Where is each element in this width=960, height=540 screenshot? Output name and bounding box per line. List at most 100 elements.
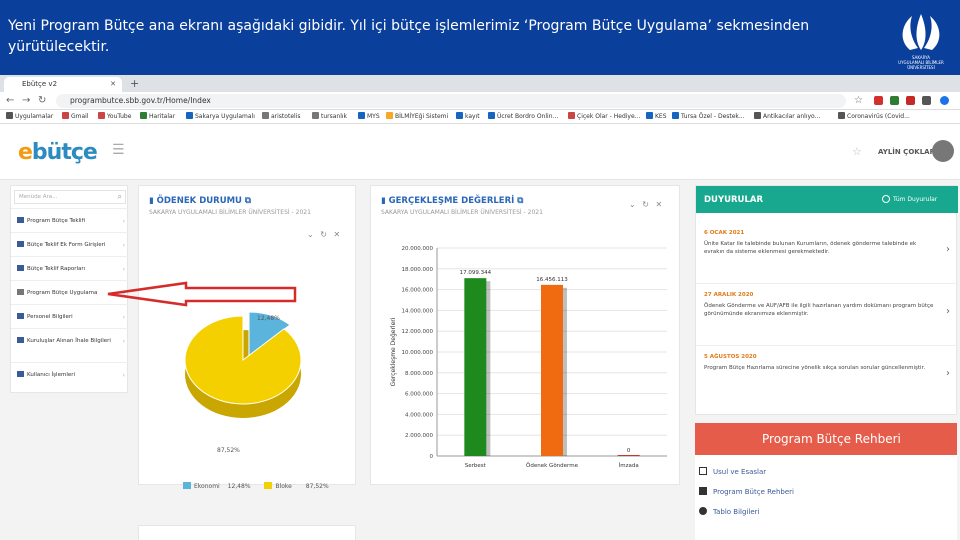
browser-tab[interactable]: Ebütçe v2 ✕ xyxy=(4,77,122,92)
bookmark-item[interactable]: Uygulamalar xyxy=(6,110,53,123)
sidebar-item-personel[interactable]: Personel Bilgileri ‹ xyxy=(11,304,129,328)
pie-slice-label: 87,52% xyxy=(217,447,240,454)
chevron-left-icon: ‹ xyxy=(122,314,125,321)
pie-chart: 12,48% 87,52% xyxy=(184,311,302,454)
university-emblem-icon xyxy=(902,14,940,50)
url-field[interactable]: programbutce.sbb.gov.tr/Home/Index xyxy=(56,94,846,108)
y-tick-label: 20.000.000 xyxy=(402,246,434,252)
sidebar-item-ihale[interactable]: Kuruluşlar Alınan İhale Bilgileri ‹ xyxy=(11,328,129,362)
pie-slice-label: 12,48% xyxy=(257,315,280,322)
guide-panel: Program Bütçe Rehberi Usul ve Esaslar Pr… xyxy=(695,423,957,540)
guide-item-tablo[interactable]: Tablo Bilgileri xyxy=(699,507,759,516)
panel-tools[interactable]: ⌄ ↻ ✕ xyxy=(307,230,342,239)
guide-item-rehber[interactable]: Program Bütçe Rehberi xyxy=(699,487,794,496)
panel-subtitle: SAKARYA UYGULAMALI BİLİMLER ÜNİVERSİTESİ… xyxy=(149,209,311,216)
close-tab-icon[interactable]: ✕ xyxy=(110,77,116,92)
favorite-star-icon[interactable]: ☆ xyxy=(852,145,862,158)
bookmark-item[interactable]: Antikacılar anlıyo... xyxy=(754,110,820,123)
y-tick-label: 12.000.000 xyxy=(402,329,434,335)
bookmark-star-icon[interactable]: ☆ xyxy=(854,94,863,108)
slide-header: Yeni Program Bütçe ana ekranı aşağıdaki … xyxy=(0,0,960,75)
avatar[interactable] xyxy=(932,140,954,162)
bookmark-item[interactable]: Ücret Bordro Onlin... xyxy=(488,110,558,123)
all-announcements-button[interactable]: Tüm Duyurular xyxy=(878,194,950,206)
search-icon[interactable]: ⌕ xyxy=(118,191,122,203)
bookmark-item[interactable]: Sakarya Uygulamalı xyxy=(186,110,255,123)
bookmark-item[interactable]: Gmail xyxy=(62,110,89,123)
bookmark-item[interactable]: BİLMİYEği Sistemi xyxy=(386,110,448,123)
pie-slice xyxy=(184,315,302,405)
bar-chart-icon xyxy=(17,289,24,295)
flag-icon xyxy=(17,337,24,343)
bookmark-item[interactable]: kayıt xyxy=(456,110,480,123)
bookmark-item[interactable]: Haritalar xyxy=(140,110,175,123)
profile-icon[interactable] xyxy=(940,96,949,105)
y-tick-label: 6.000.000 xyxy=(405,392,433,398)
x-tick-label: Serbest xyxy=(465,463,487,469)
panel-subtitle: SAKARYA UYGULAMALI BİLİMLER ÜNİVERSİTESİ… xyxy=(381,209,543,216)
bookmark-item[interactable]: YouTube xyxy=(98,110,131,123)
bar-data-label: 17.099.344 xyxy=(460,270,492,276)
document-icon xyxy=(699,467,707,475)
y-tick-label: 0 xyxy=(430,454,434,460)
menu-search-input[interactable]: Menüde Ara... ⌕ xyxy=(14,190,126,204)
logo-line-3: ÜNİVERSİTESİ xyxy=(907,65,935,70)
ebutce-logo[interactable]: ebütçe xyxy=(18,140,98,165)
flag-icon xyxy=(17,217,24,223)
extra-panel xyxy=(138,525,356,540)
bookmark-item[interactable]: aristotelis xyxy=(262,110,300,123)
bar-data-label: 16.456.113 xyxy=(536,277,568,283)
bookmark-item[interactable]: Çiçek Olar - Hediye... xyxy=(568,110,640,123)
bookmark-item[interactable]: Coronavirüs (Covid... xyxy=(838,110,910,123)
sidebar-item-ek-form[interactable]: Bütçe Teklif Ek Form Girişleri ‹ xyxy=(11,232,129,256)
sidebar-item-teklif-raporlari[interactable]: Bütçe Teklif Raporları ‹ xyxy=(11,256,129,280)
guide-item-usul[interactable]: Usul ve Esaslar xyxy=(699,467,766,476)
bookmark-item[interactable]: MYS xyxy=(358,110,380,123)
announcements-header: DUYURULAR Tüm Duyurular xyxy=(696,186,958,213)
bar-data-label: 0 xyxy=(627,448,631,454)
sidebar-item-program-butce-uygulama[interactable]: Program Bütçe Uygulama ‹ xyxy=(11,280,129,304)
announcements-panel: DUYURULAR Tüm Duyurular 6 OCAK 2021 Ünit… xyxy=(695,185,958,415)
chevron-left-icon: ‹ xyxy=(122,266,125,273)
extension-icon[interactable] xyxy=(890,96,899,105)
panel-tools[interactable]: ⌄ ↻ ✕ xyxy=(629,200,664,209)
y-tick-label: 10.000.000 xyxy=(402,350,434,356)
bar-shade xyxy=(486,281,491,456)
reload-icon[interactable]: ↻ xyxy=(38,94,46,108)
announcement-item[interactable]: 6 OCAK 2021 Ünite Katar ile talebinde bu… xyxy=(704,230,954,256)
y-tick-label: 4.000.000 xyxy=(405,412,433,418)
chevron-left-icon: ‹ xyxy=(122,290,125,297)
new-tab-icon[interactable]: + xyxy=(130,76,139,91)
bar-chart: 0 2.000.000 4.000.000 6.000.000 8.000.000 10.… xyxy=(390,246,667,469)
x-tick-label: İmzada xyxy=(619,462,639,469)
browser-window: Ebütçe v2 ✕ + ← → ↻ programbutce.sbb.gov… xyxy=(0,75,960,540)
chevron-right-icon: › xyxy=(946,306,950,317)
bar xyxy=(541,284,563,456)
chevron-left-icon: ‹ xyxy=(122,242,125,249)
menu-toggle-icon[interactable]: ☰ xyxy=(112,142,125,158)
sidebar-item-program-butce-teklifi[interactable]: Program Bütçe Teklifi ‹ xyxy=(11,208,129,232)
announcement-item[interactable]: 27 ARALIK 2020 Ödenek Gönderme ve AUF/AF… xyxy=(704,292,954,318)
address-bar: ← → ↻ programbutce.sbb.gov.tr/Home/Index… xyxy=(0,92,960,110)
puzzle-icon[interactable] xyxy=(922,96,931,105)
bookmark-item[interactable]: tursanlık xyxy=(312,110,347,123)
back-icon[interactable]: ← xyxy=(6,94,14,108)
tab-title: Ebütçe v2 xyxy=(22,80,58,88)
pie-legend: Ekonomi 12,48% Bloke 87,52% xyxy=(183,482,329,490)
gerceklesme-panel: ▮ GERÇEKLEŞME DEĞERLERİ ⧉ SAKARYA UYGULA… xyxy=(370,185,680,485)
chevron-right-icon: › xyxy=(946,368,950,379)
bookmark-item[interactable]: KES xyxy=(646,110,667,123)
legend-swatch xyxy=(264,482,273,489)
sidebar-item-kullanici[interactable]: Kullanıcı İşlemleri ‹ xyxy=(11,362,129,386)
user-name[interactable]: AYLİN ÇOKLAR xyxy=(878,148,935,156)
pdf-extension-icon[interactable] xyxy=(906,96,915,105)
chevron-right-icon: › xyxy=(946,244,950,255)
university-logo: SAKARYA UYGULAMALI BİLİMLER ÜNİVERSİTESİ xyxy=(888,10,954,72)
extension-icon[interactable] xyxy=(874,96,883,105)
odenek-panel: ▮ ÖDENEK DURUMU ⧉ SAKARYA UYGULAMALI BİL… xyxy=(138,185,356,490)
chevron-left-icon: ‹ xyxy=(122,218,125,225)
flag-icon xyxy=(17,265,24,271)
bookmark-item[interactable]: Tursa Özel - Destek... xyxy=(672,110,745,123)
forward-icon[interactable]: → xyxy=(22,94,30,108)
announcement-item[interactable]: 5 AĞUSTOS 2020 Program Bütçe Hazırlama s… xyxy=(704,354,954,379)
